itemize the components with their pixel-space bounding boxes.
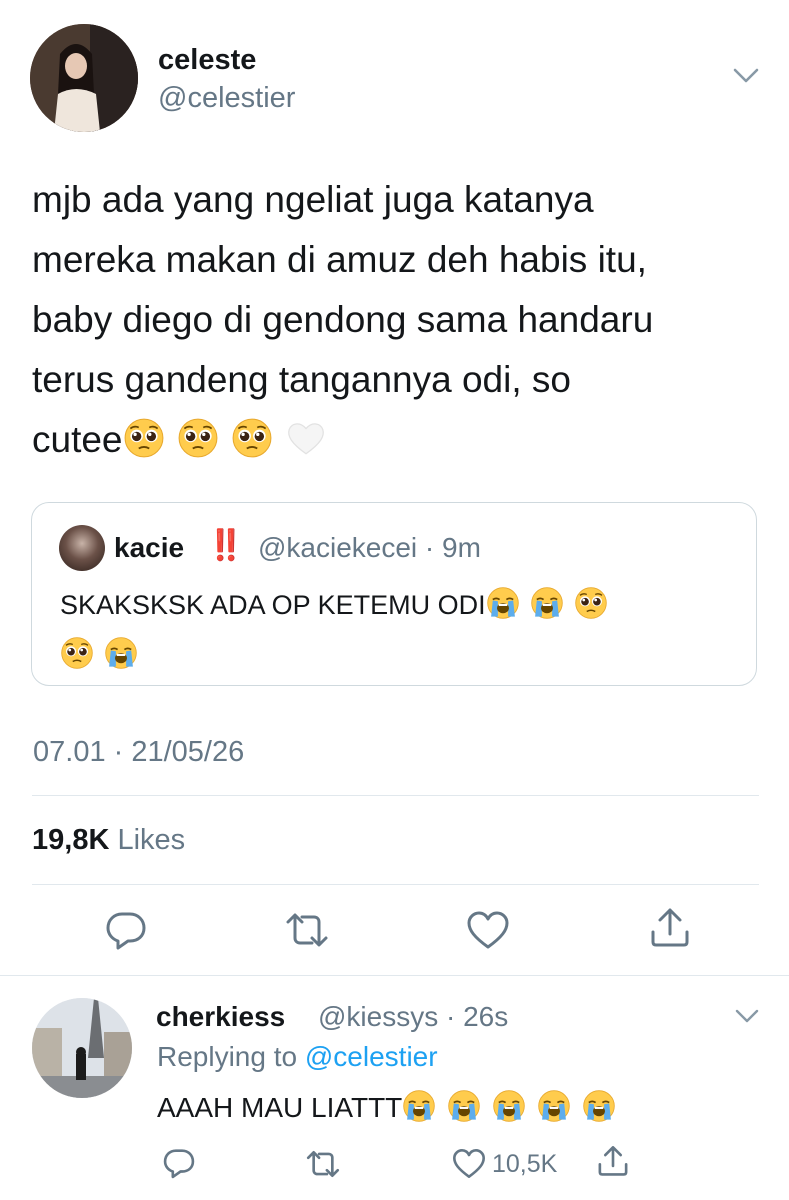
retweet-icon[interactable] (305, 1150, 341, 1178)
divider (0, 975, 789, 976)
double-exclamation-emoji: ‼️ (207, 529, 244, 562)
pleading-face-emoji (574, 586, 608, 620)
loudly-crying-face-emoji (104, 636, 138, 670)
quoted-author-display-name: kacie (114, 532, 185, 563)
replying-to-handle[interactable]: @celestier (305, 1041, 438, 1072)
pleading-face-emoji (123, 417, 165, 459)
tweet-timestamp[interactable]: 07.01 · 21/05/26 (33, 736, 244, 769)
divider (32, 884, 759, 885)
author-avatar[interactable] (30, 24, 138, 132)
reply-author-meta[interactable]: @kiessys · 26s (318, 1001, 508, 1033)
quoted-author-meta: @kaciekecei · 9m (258, 532, 481, 563)
reply-icon[interactable] (104, 910, 148, 950)
chevron-down-icon[interactable] (734, 1008, 760, 1026)
share-icon[interactable] (596, 1144, 630, 1177)
tweet-text-line: mjb ada yang ngeliat juga katanya (32, 179, 594, 220)
replying-to-prefix: Replying to (157, 1041, 298, 1072)
pleading-face-emoji (60, 636, 94, 670)
tweet-text-line-last: cutee (32, 410, 772, 470)
reply-author-display-name[interactable]: cherkiess (156, 1001, 285, 1033)
reply-author-avatar[interactable] (32, 998, 132, 1098)
quoted-tweet-text: SKAKSKSK ADA OP KETEMU ODI (60, 580, 740, 680)
likes-summary[interactable]: 19,8K Likes (32, 824, 185, 857)
chevron-down-icon[interactable] (732, 66, 760, 86)
tweet-text-line: mereka makan di amuz deh habis itu, (32, 239, 647, 280)
loudly-crying-face-emoji (530, 586, 564, 620)
white-heart-emoji (285, 417, 327, 459)
author-handle[interactable]: @celestier (158, 82, 295, 115)
tweet-text-line: cutee (32, 419, 123, 460)
loudly-crying-face-emoji (486, 586, 520, 620)
like-icon[interactable] (452, 1148, 486, 1179)
loudly-crying-face-emoji (537, 1089, 571, 1123)
reply-text: AAAH MAU LIATTT (157, 1088, 616, 1128)
like-icon[interactable] (466, 910, 510, 950)
tweet-text-line: terus gandeng tangannya odi, so (32, 359, 571, 400)
author-display-name[interactable]: celeste (158, 44, 256, 77)
divider (32, 795, 759, 796)
quoted-author-avatar (59, 525, 105, 571)
tweet-text-line: baby diego di gendong sama handaru (32, 299, 654, 340)
pleading-face-emoji (231, 417, 273, 459)
loudly-crying-face-emoji (447, 1089, 481, 1123)
pleading-face-emoji (177, 417, 219, 459)
loudly-crying-face-emoji (402, 1089, 436, 1123)
replying-to: Replying to @celestier (157, 1041, 438, 1073)
reply-text-content: AAAH MAU LIATTT (157, 1092, 403, 1123)
tweet-text: mjb ada yang ngeliat juga katanya mereka… (32, 170, 772, 470)
likes-count: 19,8K (32, 824, 110, 856)
share-icon[interactable] (648, 906, 692, 948)
reply-icon[interactable] (162, 1147, 196, 1179)
loudly-crying-face-emoji (582, 1089, 616, 1123)
loudly-crying-face-emoji (492, 1089, 526, 1123)
quoted-text: SKAKSKSK ADA OP KETEMU ODI (60, 590, 486, 620)
retweet-icon[interactable] (284, 912, 330, 948)
reply-like-count: 10,5K (492, 1150, 558, 1178)
likes-label: Likes (117, 824, 186, 856)
